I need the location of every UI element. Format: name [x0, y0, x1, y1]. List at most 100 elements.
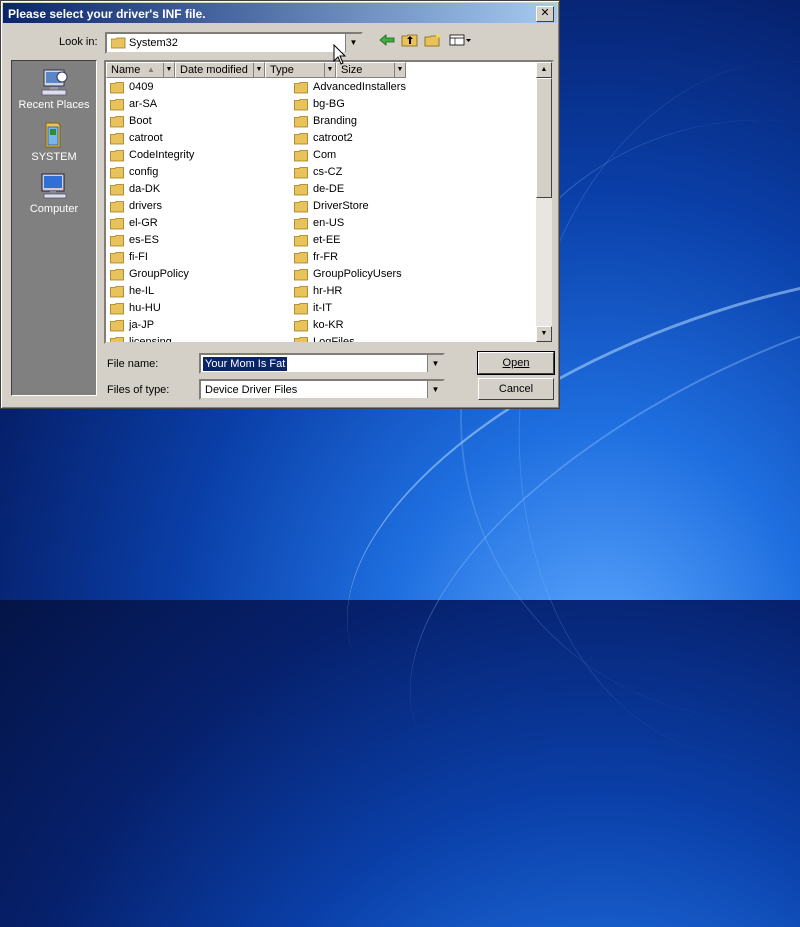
file-list-item[interactable]: GroupPolicy: [110, 266, 290, 283]
place-system[interactable]: SYSTEM: [12, 119, 96, 163]
file-name: et-EE: [313, 234, 341, 246]
file-list-item[interactable]: hr-HR: [294, 283, 534, 300]
open-button[interactable]: Open: [477, 351, 555, 375]
folder-icon: [110, 201, 124, 213]
scroll-thumb[interactable]: [536, 78, 552, 198]
folder-icon: [294, 116, 308, 128]
folder-icon: [294, 218, 308, 230]
view-menu-icon[interactable]: [448, 33, 474, 51]
file-name: GroupPolicy: [129, 268, 189, 280]
scroll-up-button[interactable]: ▲: [536, 62, 552, 78]
file-name: it-IT: [313, 302, 332, 314]
file-list-item[interactable]: ja-JP: [110, 317, 290, 334]
file-list-item[interactable]: DriverStore: [294, 198, 534, 215]
file-list-item[interactable]: ar-SA: [110, 96, 290, 113]
column-header-name[interactable]: Name ▲ ▼: [106, 62, 175, 78]
file-type-dropdown[interactable]: Device Driver Files ▼: [199, 379, 445, 400]
open-button-label: Open: [502, 357, 530, 369]
file-name: fr-FR: [313, 251, 339, 263]
folder-icon: [110, 286, 124, 298]
file-name: AdvancedInstallers: [313, 81, 406, 93]
cancel-button[interactable]: Cancel: [478, 378, 554, 400]
file-list-item[interactable]: licensing: [110, 334, 290, 342]
chevron-down-icon[interactable]: ▼: [163, 63, 174, 77]
file-list-item[interactable]: cs-CZ: [294, 164, 534, 181]
file-list-item[interactable]: LogFiles: [294, 334, 534, 342]
look-in-label: Look in:: [59, 36, 98, 48]
file-list-item[interactable]: Com: [294, 147, 534, 164]
file-name: cs-CZ: [313, 166, 343, 178]
file-name: GroupPolicyUsers: [313, 268, 402, 280]
folder-icon: [110, 252, 124, 264]
file-list-item[interactable]: it-IT: [294, 300, 534, 317]
file-list-item[interactable]: catroot2: [294, 130, 534, 147]
file-list-item[interactable]: catroot: [110, 130, 290, 147]
file-list-item[interactable]: es-ES: [110, 232, 290, 249]
vertical-scrollbar[interactable]: ▲ ▼: [536, 62, 552, 342]
folder-icon: [294, 201, 308, 213]
file-name: catroot2: [313, 132, 353, 144]
file-list-item[interactable]: CodeIntegrity: [110, 147, 290, 164]
new-folder-icon[interactable]: [423, 33, 443, 51]
chevron-down-icon[interactable]: ▼: [427, 381, 443, 398]
file-name: ja-JP: [129, 319, 155, 331]
file-list-item[interactable]: da-DK: [110, 181, 290, 198]
file-list-item[interactable]: fr-FR: [294, 249, 534, 266]
computer-icon: [41, 173, 67, 199]
chevron-down-icon[interactable]: ▼: [345, 34, 361, 52]
file-list-item[interactable]: config: [110, 164, 290, 181]
file-type-label: Files of type:: [107, 384, 170, 396]
column-header-date-modified[interactable]: Date modified ▼: [175, 62, 265, 78]
look-in-dropdown[interactable]: System32 ▼: [105, 32, 363, 54]
folder-icon: [294, 286, 308, 298]
file-list-item[interactable]: Branding: [294, 113, 534, 130]
folder-icon: [294, 184, 308, 196]
folder-icon: [110, 150, 124, 162]
mouse-cursor-icon: [333, 44, 347, 65]
file-name: Boot: [129, 115, 152, 127]
file-name: Branding: [313, 115, 358, 127]
folder-icon: [294, 167, 308, 179]
file-list-item[interactable]: Boot: [110, 113, 290, 130]
scroll-down-button[interactable]: ▼: [536, 326, 552, 342]
place-computer[interactable]: Computer: [12, 171, 96, 215]
file-list-item[interactable]: hu-HU: [110, 300, 290, 317]
file-name: ar-SA: [129, 98, 158, 110]
folder-icon: [294, 337, 308, 342]
file-list-item[interactable]: he-IL: [110, 283, 290, 300]
file-list-item[interactable]: en-US: [294, 215, 534, 232]
file-list-item[interactable]: de-DE: [294, 181, 534, 198]
chevron-down-icon[interactable]: ▼: [394, 63, 405, 77]
file-name: bg-BG: [313, 98, 345, 110]
place-recent-places[interactable]: Recent Places: [12, 67, 96, 111]
chevron-down-icon[interactable]: ▼: [253, 63, 264, 77]
file-name: 0409: [129, 81, 154, 93]
file-list-item[interactable]: ko-KR: [294, 317, 534, 334]
folder-icon: [294, 133, 308, 145]
close-button[interactable]: ✕: [536, 6, 554, 22]
column-header-type[interactable]: Type ▼: [265, 62, 336, 78]
folder-icon: [294, 150, 308, 162]
file-list-item[interactable]: et-EE: [294, 232, 534, 249]
back-arrow-icon[interactable]: [377, 33, 397, 51]
title-bar[interactable]: Please select your driver's INF file. ✕: [3, 3, 557, 23]
chevron-down-icon[interactable]: ▼: [427, 355, 443, 372]
file-name-input[interactable]: Your Mom Is Fat ▼: [199, 353, 445, 374]
file-list-item[interactable]: bg-BG: [294, 96, 534, 113]
open-file-dialog: Please select your driver's INF file. ✕ …: [0, 0, 560, 409]
file-name: fi-FI: [129, 251, 148, 263]
file-name: de-DE: [313, 183, 345, 195]
file-list-item[interactable]: fi-FI: [110, 249, 290, 266]
file-name: da-DK: [129, 183, 161, 195]
folder-icon: [110, 116, 124, 128]
folder-icon: [110, 337, 124, 342]
folder-icon: [110, 167, 124, 179]
file-list-item[interactable]: AdvancedInstallers: [294, 79, 534, 96]
user-folder-icon: [45, 122, 61, 148]
file-list-item[interactable]: GroupPolicyUsers: [294, 266, 534, 283]
up-folder-icon[interactable]: [400, 33, 420, 51]
file-list-item[interactable]: el-GR: [110, 215, 290, 232]
file-list[interactable]: Name ▲ ▼ Date modified ▼ Type ▼ Size ▼ 0…: [104, 60, 554, 344]
file-list-item[interactable]: 0409: [110, 79, 290, 96]
file-list-item[interactable]: drivers: [110, 198, 290, 215]
